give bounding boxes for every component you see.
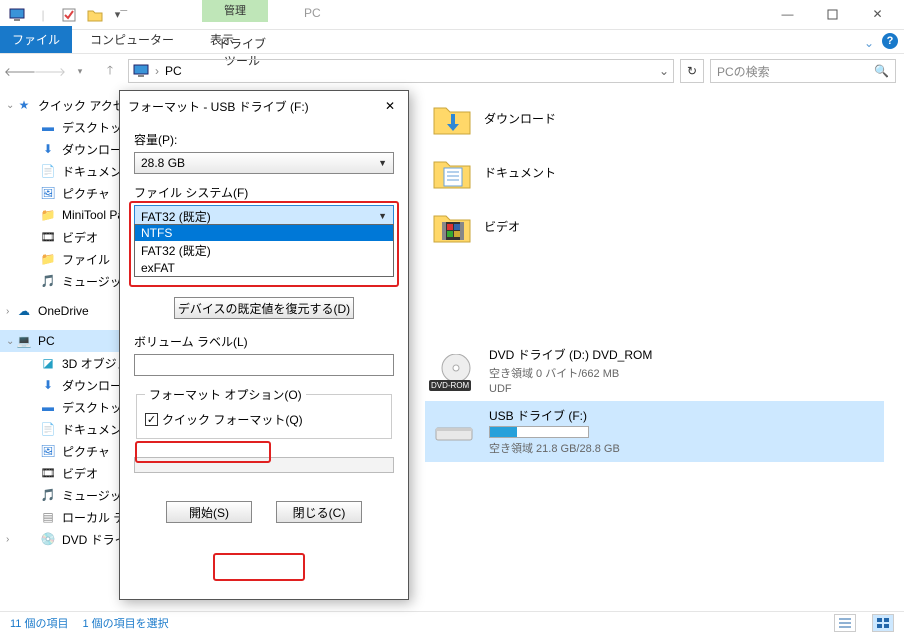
dvd-icon: DVD-ROM xyxy=(431,353,477,389)
format-options-label: フォーマット オプション(O) xyxy=(145,386,306,403)
quick-format-checkbox[interactable]: ✓ クイック フォーマット(Q) xyxy=(145,411,383,428)
ribbon: ファイル コンピューター 表示 ドライブ ツール ⌄ ? xyxy=(0,30,904,54)
help-icon[interactable]: ? xyxy=(882,33,898,49)
filesystem-option-fat32[interactable]: FAT32 (既定) xyxy=(135,241,393,260)
filesystem-label: ファイル システム(F) xyxy=(134,184,394,201)
restore-defaults-button[interactable]: デバイスの既定値を復元する(D) xyxy=(174,297,354,319)
videos-icon xyxy=(432,208,472,244)
checkbox-icon: ✓ xyxy=(145,413,158,426)
checkbox-icon[interactable] xyxy=(58,4,80,26)
volume-label-input[interactable] xyxy=(134,354,394,376)
status-item-count: 11 個の項目 xyxy=(10,615,68,631)
search-input[interactable]: PCの検索 🔍 xyxy=(710,59,896,83)
breadcrumb[interactable]: PC xyxy=(165,64,182,78)
drive-free: 空き領域 0 バイト/662 MB xyxy=(489,365,652,381)
start-button[interactable]: 開始(S) xyxy=(166,501,252,523)
quick-access-toolbar: | ▾— xyxy=(0,4,132,26)
drive-dvd[interactable]: DVD-ROM DVD ドライブ (D:) DVD_ROM 空き領域 0 バイト… xyxy=(425,340,884,401)
drive-usage-bar xyxy=(489,426,589,438)
chevron-down-icon: ▼ xyxy=(378,158,387,168)
search-placeholder: PCの検索 xyxy=(717,63,770,80)
drive-name: USB ドライブ (F:) xyxy=(489,407,620,424)
usb-drive-icon xyxy=(431,414,477,450)
window-title: PC xyxy=(304,6,321,20)
drive-fs: UDF xyxy=(489,383,652,395)
refresh-button[interactable]: ↻ xyxy=(680,59,704,83)
forward-button[interactable]: 🡒 xyxy=(38,59,62,83)
pc-icon xyxy=(133,64,149,78)
file-tab[interactable]: ファイル xyxy=(0,26,72,53)
pc-icon xyxy=(6,4,28,26)
maximize-button[interactable] xyxy=(810,0,855,28)
back-button[interactable]: 🡐 xyxy=(8,59,32,83)
drive-section: DVD-ROM DVD ドライブ (D:) DVD_ROM 空き領域 0 バイト… xyxy=(425,340,884,462)
format-options-group: フォーマット オプション(O) ✓ クイック フォーマット(Q) xyxy=(136,386,392,439)
status-selection: 1 個の項目を選択 xyxy=(82,615,168,631)
progress-bar xyxy=(134,457,394,473)
capacity-select[interactable]: 28.8 GB▼ xyxy=(134,152,394,174)
folder-label: ビデオ xyxy=(484,218,520,235)
filesystem-dropdown-list: NTFS FAT32 (既定) exFAT xyxy=(134,224,394,277)
icons-view-button[interactable] xyxy=(872,614,894,632)
dialog-titlebar[interactable]: フォーマット - USB ドライブ (F:) ✕ xyxy=(120,91,408,121)
drive-free: 空き領域 21.8 GB/28.8 GB xyxy=(489,440,620,456)
up-button[interactable]: 🡑 xyxy=(98,59,122,83)
recent-locations-icon[interactable]: ▾ xyxy=(68,59,92,83)
capacity-label: 容量(P): xyxy=(134,131,394,148)
details-view-button[interactable] xyxy=(834,614,856,632)
drive-name: DVD ドライブ (D:) DVD_ROM xyxy=(489,346,652,363)
documents-icon xyxy=(432,154,472,190)
downloads-icon xyxy=(432,100,472,136)
qat-sep: | xyxy=(32,4,54,26)
minimize-button[interactable]: — xyxy=(765,0,810,28)
folder-qat-icon[interactable] xyxy=(84,4,106,26)
folder-label: ダウンロード xyxy=(484,110,556,127)
filesystem-option-ntfs[interactable]: NTFS xyxy=(135,225,393,241)
tab-computer[interactable]: コンピューター xyxy=(72,26,192,53)
search-icon: 🔍 xyxy=(874,64,889,78)
dialog-close-button[interactable]: ✕ xyxy=(376,95,404,117)
folder-label: ドキュメント xyxy=(484,164,556,181)
volume-label: ボリューム ラベル(L) xyxy=(134,333,394,350)
filesystem-option-exfat[interactable]: exFAT xyxy=(135,260,393,276)
contextual-tab-manage[interactable]: 管理 xyxy=(202,0,268,22)
chevron-down-icon: ▼ xyxy=(378,211,387,221)
star-icon: ★ xyxy=(16,97,32,113)
status-bar: 11 個の項目 1 個の項目を選択 xyxy=(0,611,904,633)
dialog-title: フォーマット - USB ドライブ (F:) xyxy=(128,98,309,115)
ribbon-expand-icon[interactable]: ⌄ xyxy=(864,36,874,50)
folder-documents[interactable]: ドキュメント xyxy=(432,154,556,190)
folder-videos[interactable]: ビデオ xyxy=(432,208,556,244)
close-button[interactable]: ✕ xyxy=(855,0,900,28)
folder-downloads[interactable]: ダウンロード xyxy=(432,100,556,136)
dvd-badge: DVD-ROM xyxy=(429,380,471,391)
window-controls: — ✕ xyxy=(765,0,900,28)
quick-format-label: クイック フォーマット(Q) xyxy=(162,411,303,428)
folder-section: ダウンロード ドキュメント ビデオ xyxy=(432,100,556,244)
nav-row: 🡐 🡒 ▾ 🡑 › PC ⌄ ↻ PCの検索 🔍 xyxy=(0,54,904,88)
format-dialog: フォーマット - USB ドライブ (F:) ✕ 容量(P): 28.8 GB▼… xyxy=(119,90,409,600)
address-dropdown-icon[interactable]: ⌄ xyxy=(659,64,669,78)
drive-usb[interactable]: USB ドライブ (F:) 空き領域 21.8 GB/28.8 GB xyxy=(425,401,884,462)
qat-dropdown-icon[interactable]: ▾— xyxy=(110,4,132,26)
address-bar[interactable]: › PC ⌄ xyxy=(128,59,674,83)
close-button[interactable]: 閉じる(C) xyxy=(276,501,362,523)
